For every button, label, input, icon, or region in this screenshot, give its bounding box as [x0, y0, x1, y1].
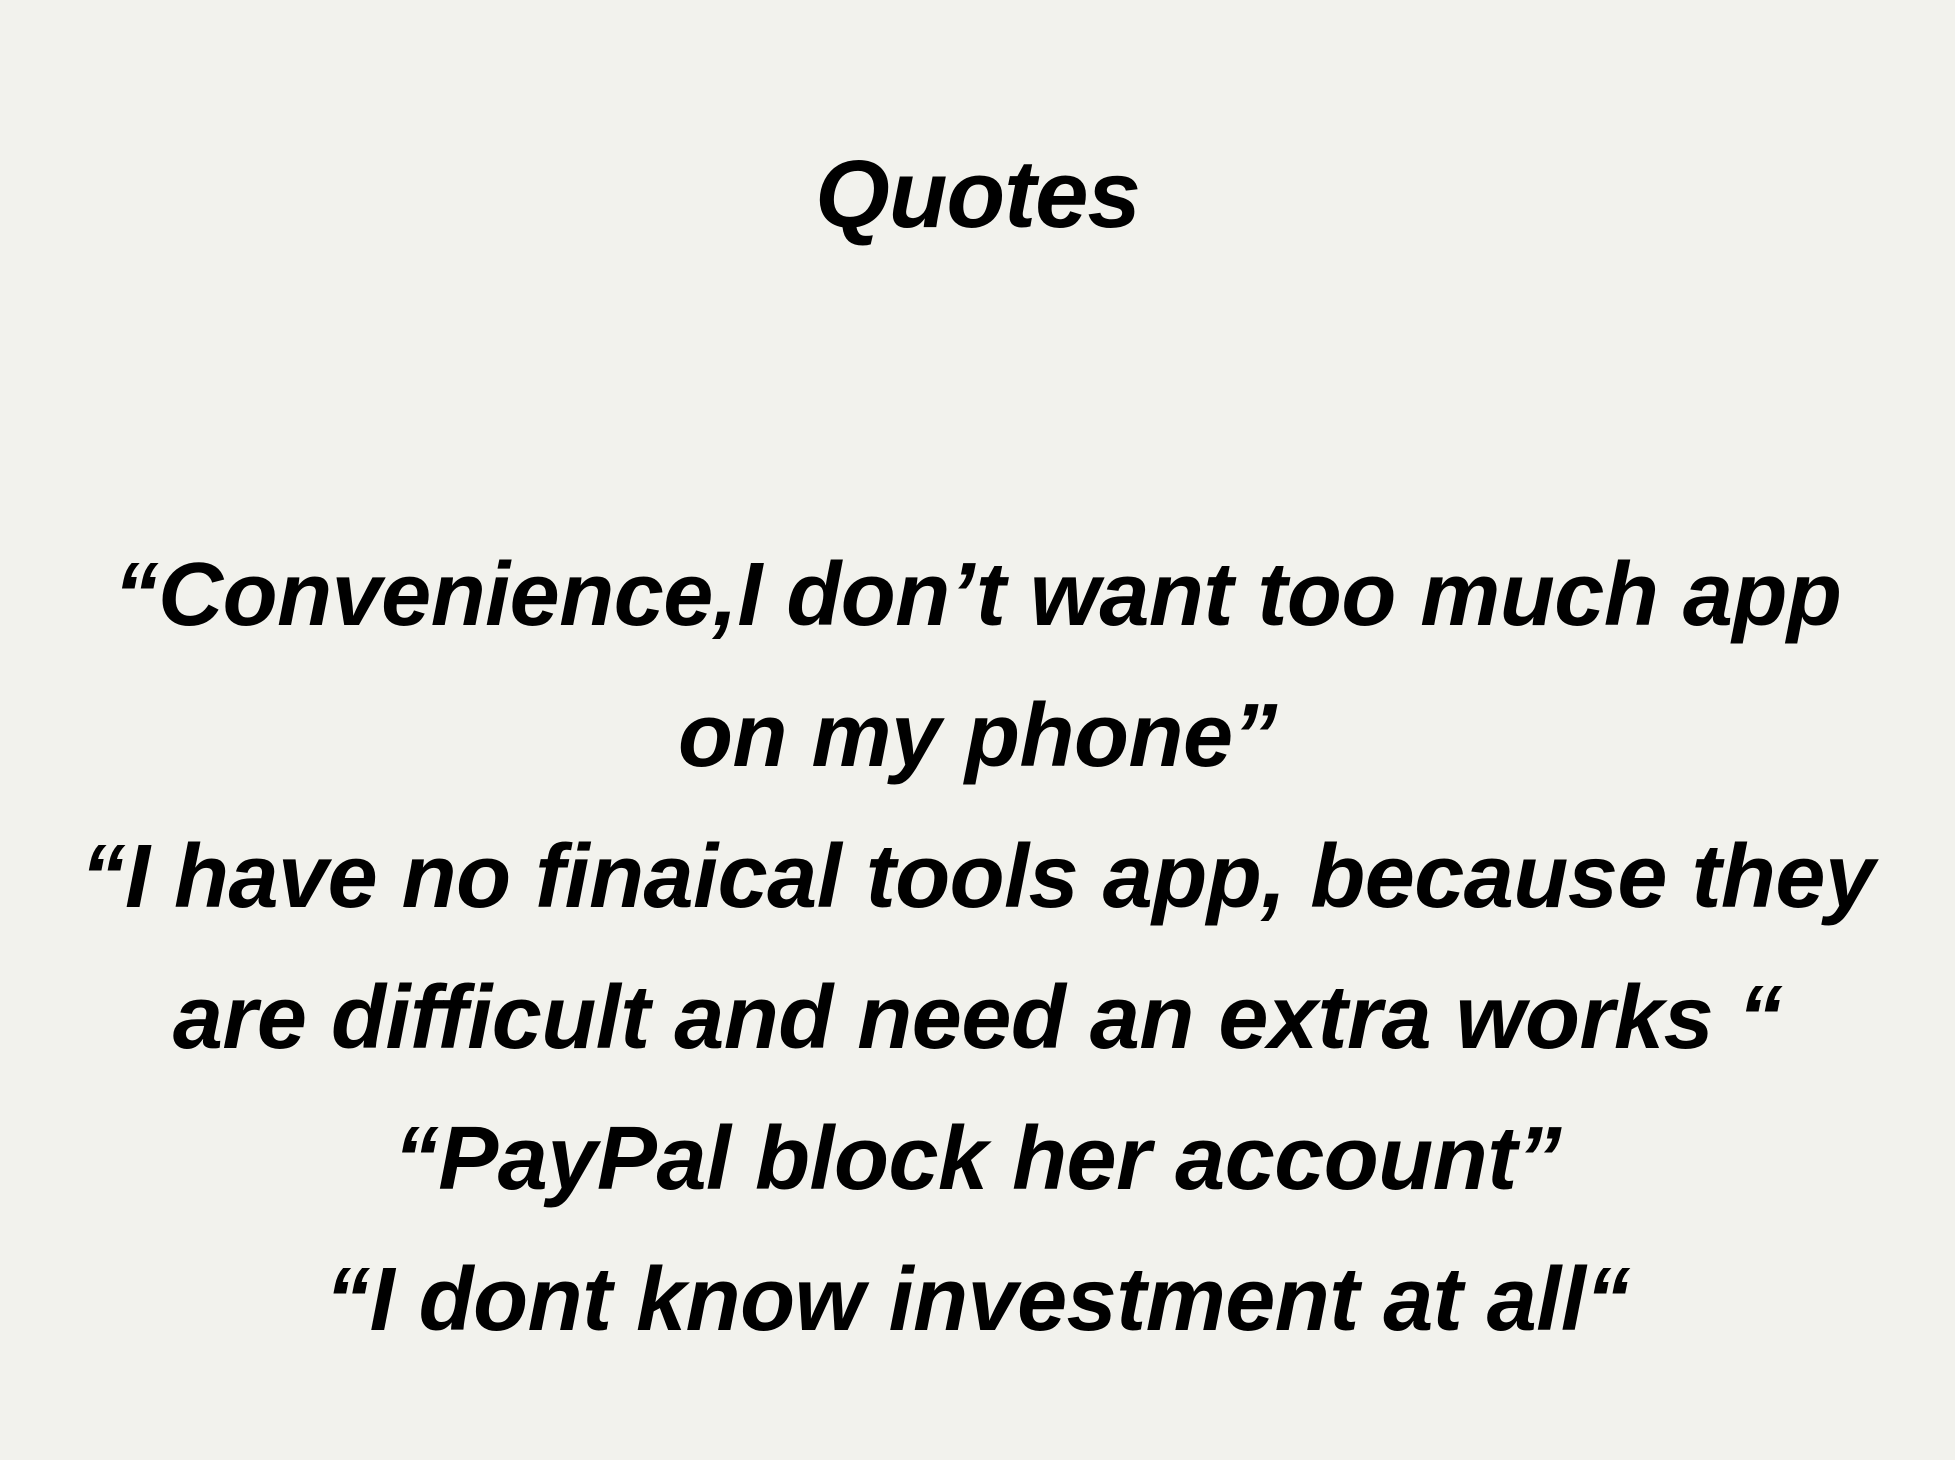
quotes-block: “Convenience,I don’t want too much app o… [0, 525, 1955, 1371]
slide: Quotes “Convenience,I don’t want too muc… [0, 0, 1955, 1460]
slide-title: Quotes [815, 141, 1141, 248]
quote-line-5: “PayPal block her account” [393, 1109, 1562, 1209]
quote-line-1: “Convenience,I don’t want too much app [113, 545, 1842, 645]
quote-line-6: “I dont know investment at all“ [325, 1250, 1630, 1350]
quote-line-3: “I have no finaical tools app, because t… [80, 827, 1875, 927]
quote-line-4: are difficult and need an extra works “ [172, 968, 1783, 1068]
quote-line-2: on my phone” [678, 686, 1278, 786]
